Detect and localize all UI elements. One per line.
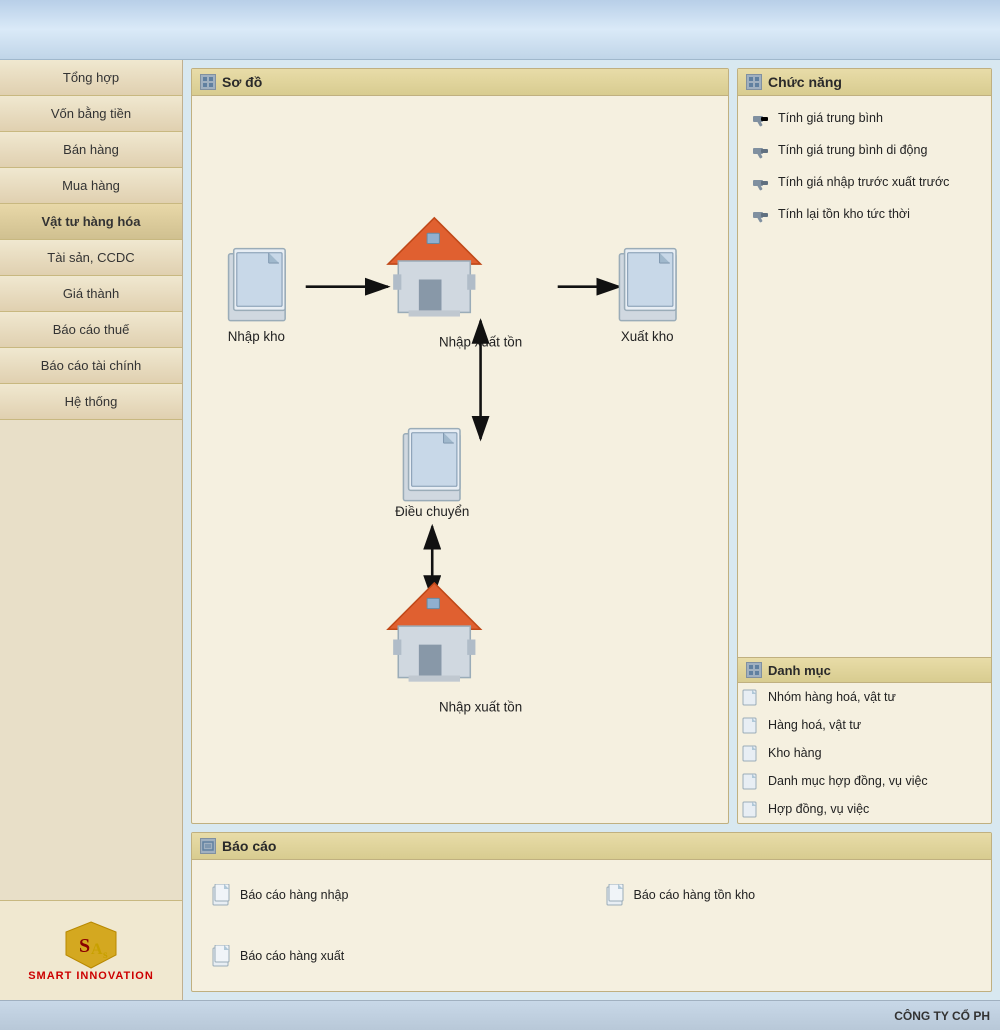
hammer-icon-2	[750, 172, 770, 192]
nhap-xuat-ton-bot-node[interactable]	[388, 583, 481, 682]
sidebar: Tổng hợp Vốn bằng tiền Bán hàng Mua hàng…	[0, 60, 183, 1000]
doc-icon-bc-0	[212, 884, 232, 906]
svg-text:Nhập kho: Nhập kho	[228, 329, 285, 344]
svg-text:s: s	[103, 947, 108, 961]
sidebar-item-gia-thanh[interactable]: Giá thành	[0, 276, 182, 312]
bao-cao-content: Báo cáo hàng nhập Báo cáo hàng tồn kho	[192, 860, 991, 991]
danh-muc-label-0: Nhóm hàng hoá, vật tư	[768, 690, 896, 704]
danh-muc-item-0[interactable]: Nhóm hàng hoá, vật tư	[738, 683, 991, 711]
chuc-nang-panel: Chức năng Tính giá trung bình	[737, 68, 992, 824]
func-item-2[interactable]: Tính giá nhập trước xuất trước	[746, 166, 983, 198]
func-label-1: Tính giá trung bình di động	[778, 143, 927, 157]
chuc-nang-header: Chức năng	[738, 69, 991, 96]
chuc-nang-title: Chức năng	[768, 74, 842, 90]
so-do-icon	[200, 74, 216, 90]
sidebar-item-bao-cao-tai-chinh[interactable]: Báo cáo tài chính	[0, 348, 182, 384]
func-label-0: Tính giá trung bình	[778, 111, 883, 125]
danh-muc-content: Nhóm hàng hoá, vật tư Hàng hoá, vật tư	[738, 683, 991, 823]
danh-muc-title: Danh mục	[768, 663, 831, 678]
so-do-title: Sơ đồ	[222, 74, 262, 90]
func-label-2: Tính giá nhập trước xuất trước	[778, 175, 949, 189]
diagram-svg: Nhập kho	[208, 112, 712, 807]
company-name: CÔNG TY CỔ PH	[894, 1009, 990, 1023]
top-panels: Sơ đồ	[191, 68, 992, 824]
bao-cao-label-0: Báo cáo hàng nhập	[240, 888, 348, 902]
danh-muc-item-2[interactable]: Kho hàng	[738, 739, 991, 767]
top-bar	[0, 0, 1000, 60]
danh-muc-item-1[interactable]: Hàng hoá, vật tư	[738, 711, 991, 739]
doc-icon-dm-1	[742, 716, 760, 734]
svg-text:Nhập xuất tồn: Nhập xuất tồn	[439, 700, 522, 715]
svg-text:Điều chuyển: Điều chuyển	[395, 504, 469, 519]
danh-muc-item-4[interactable]: Hợp đồng, vụ việc	[738, 795, 991, 823]
doc-icon-dm-2	[742, 744, 760, 762]
content-area: Sơ đồ	[183, 60, 1000, 1000]
sidebar-item-he-thong[interactable]: Hệ thống	[0, 384, 182, 420]
sidebar-item-von-bang-tien[interactable]: Vốn bằng tiền	[0, 96, 182, 132]
logo-brand-text: SMART INNOVATION	[28, 970, 154, 982]
bao-cao-title: Báo cáo	[222, 838, 276, 854]
danh-muc-item-3[interactable]: Danh mục hợp đồng, vụ việc	[738, 767, 991, 795]
doc-icon-dm-0	[742, 688, 760, 706]
danh-muc-header: Danh mục	[738, 657, 991, 683]
svg-text:S: S	[79, 935, 90, 957]
svg-text:Xuất kho: Xuất kho	[621, 329, 674, 344]
logo-emblem: S A s	[61, 920, 121, 970]
bao-cao-icon	[200, 838, 216, 854]
bao-cao-item-1[interactable]: Báo cáo hàng tồn kho	[602, 870, 976, 921]
danh-muc-label-3: Danh mục hợp đồng, vụ việc	[768, 774, 928, 788]
func-item-0[interactable]: Tính giá trung bình	[746, 102, 983, 134]
hammer-icon-3	[750, 204, 770, 224]
hammer-icon-1	[750, 140, 770, 160]
doc-icon-bc-2	[212, 945, 232, 967]
doc-icon-dm-4	[742, 800, 760, 818]
bao-cao-header: Báo cáo	[192, 833, 991, 860]
doc-icon-dm-3	[742, 772, 760, 790]
sidebar-item-ban-hang[interactable]: Bán hàng	[0, 132, 182, 168]
bao-cao-label-2: Báo cáo hàng xuất	[240, 949, 344, 963]
danh-muc-icon	[746, 662, 762, 678]
svg-text:A: A	[91, 941, 103, 958]
func-label-3: Tính lại tồn kho tức thời	[778, 207, 910, 221]
chuc-nang-icon	[746, 74, 762, 90]
bao-cao-item-0[interactable]: Báo cáo hàng nhập	[208, 870, 582, 921]
func-item-3[interactable]: Tính lại tồn kho tức thời	[746, 198, 983, 230]
dieu-chuyen-node[interactable]	[403, 429, 460, 501]
sidebar-item-tong-hop[interactable]: Tổng hợp	[0, 60, 182, 96]
hammer-icon-0	[750, 108, 770, 128]
main-layout: Tổng hợp Vốn bằng tiền Bán hàng Mua hàng…	[0, 60, 1000, 1000]
so-do-panel: Sơ đồ	[191, 68, 729, 824]
func-item-1[interactable]: Tính giá trung bình di động	[746, 134, 983, 166]
bao-cao-panel: Báo cáo Báo cáo hàng nhập	[191, 832, 992, 992]
sidebar-item-vat-tu-hang-hoa[interactable]: Vật tư hàng hóa	[0, 204, 182, 240]
sidebar-item-mua-hang[interactable]: Mua hàng	[0, 168, 182, 204]
sidebar-item-bao-cao-thue[interactable]: Báo cáo thuế	[0, 312, 182, 348]
chuc-nang-content: Tính giá trung bình Tính giá trung bình …	[738, 96, 991, 657]
bottom-bar: CÔNG TY CỔ PH	[0, 1000, 1000, 1030]
bao-cao-label-1: Báo cáo hàng tồn kho	[634, 888, 756, 902]
nhap-kho-node[interactable]	[229, 249, 286, 321]
nhap-xuat-ton-top-node[interactable]	[388, 218, 481, 317]
bao-cao-item-2[interactable]: Báo cáo hàng xuất	[208, 931, 582, 982]
sidebar-logo: S A s SMART INNOVATION	[0, 900, 182, 1000]
danh-muc-label-4: Hợp đồng, vụ việc	[768, 802, 869, 816]
xuat-kho-node[interactable]	[619, 249, 676, 321]
so-do-header: Sơ đồ	[192, 69, 728, 96]
danh-muc-label-2: Kho hàng	[768, 746, 822, 760]
so-do-content: Nhập kho	[192, 96, 728, 823]
sidebar-item-tai-san-ccdc[interactable]: Tài sản, CCDC	[0, 240, 182, 276]
doc-icon-bc-1	[606, 884, 626, 906]
danh-muc-label-1: Hàng hoá, vật tư	[768, 718, 861, 732]
